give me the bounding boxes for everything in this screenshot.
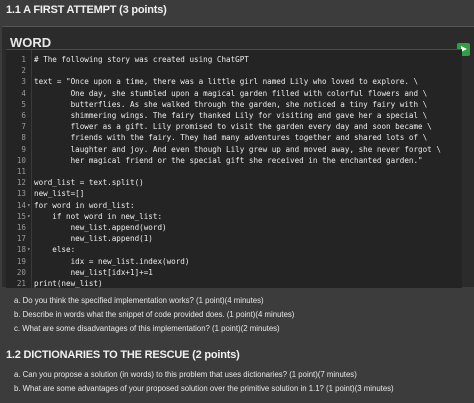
code-panel: WORD 1 # The following story was created … <box>2 26 474 288</box>
code-text: text = "Once upon a time, there was a li… <box>34 77 419 87</box>
panel-title: WORD <box>10 35 52 50</box>
code-text: her magical friend or the special gift s… <box>34 155 423 165</box>
question-item: b. What are some advantages of your prop… <box>14 384 394 393</box>
code-line[interactable]: 8 friends with the fairy. They had many … <box>6 132 462 144</box>
code-line[interactable]: 14 ▾ for word in word_list: <box>6 200 462 212</box>
line-number: 3 <box>21 77 26 87</box>
code-line[interactable]: 9 laughter and joy. And even though Lily… <box>6 144 462 156</box>
code-line[interactable]: 21 print(new_list) <box>6 278 462 290</box>
code-text: friends with the fairy. They had many ad… <box>34 133 428 143</box>
line-number: 13 <box>16 189 26 199</box>
code-text: idx = new_list.index(word) <box>34 256 190 266</box>
line-number: 16 <box>16 223 26 232</box>
code-text: new_list.append(1) <box>34 234 153 244</box>
line-number: 12 <box>16 178 26 188</box>
code-line[interactable]: 15 ▾ if not word in new_list: <box>6 211 462 223</box>
line-number: 15 <box>16 211 26 221</box>
code-line[interactable]: 1 # The following story was created using… <box>6 54 462 66</box>
code-text: else: <box>34 245 76 255</box>
code-text: if not word in new_list: <box>34 211 163 221</box>
fold-arrow-icon[interactable]: ▾ <box>27 200 31 212</box>
code-line[interactable]: 20 new_list[idx+1]+=1 <box>6 267 462 279</box>
code-line[interactable]: 5 butterflies. As she walked through the… <box>6 99 462 111</box>
code-line[interactable]: 13 new_list=[] <box>6 188 462 200</box>
code-text: new_list[idx+1]+=1 <box>34 267 153 277</box>
code-text: shimmering wings. The fairy thanked Lily… <box>34 111 428 120</box>
code-line[interactable]: 16 new_list.append(word) <box>6 222 462 234</box>
line-number: 9 <box>21 144 26 154</box>
code-line[interactable]: 19 idx = new_list.index(word) <box>6 256 462 268</box>
line-number: 10 <box>16 155 26 165</box>
code-line[interactable]: 6 shimmering wings. The fairy thanked Li… <box>6 110 462 122</box>
code-text: new_list=[] <box>34 189 85 199</box>
fold-arrow-icon[interactable]: ▾ <box>27 244 31 256</box>
code-line[interactable]: 3 text = "Once upon a time, there was a l… <box>6 76 462 88</box>
fold-arrow-icon[interactable]: ▾ <box>27 211 31 223</box>
line-number: 6 <box>21 111 26 120</box>
line-number: 18 <box>16 245 26 255</box>
code-line[interactable]: 17 new_list.append(1) <box>6 233 462 245</box>
line-number: 20 <box>16 267 26 277</box>
code-line[interactable]: 2 <box>6 65 462 77</box>
line-number: 17 <box>16 234 26 244</box>
line-number: 21 <box>16 279 26 288</box>
code-text: One day, she stumbled upon a magical gar… <box>34 88 428 98</box>
line-number: 1 <box>21 55 26 64</box>
code-text: new_list.append(word) <box>34 223 167 232</box>
question-item: c. What are some disadvantages of this i… <box>14 324 280 333</box>
code-text: laughter and joy. And even though Lily g… <box>34 144 441 154</box>
code-line[interactable]: 11 <box>6 166 462 178</box>
question-item: a. Do you think the specified implementa… <box>14 296 264 305</box>
code-text: print(new_list) <box>34 279 103 288</box>
code-text: flower as a gift. Lily promised to visit… <box>34 122 432 132</box>
line-number: 19 <box>16 256 26 266</box>
code-line[interactable]: 12 word_list = text.split() <box>6 177 462 189</box>
question-item: a. Can you propose a solution (in words)… <box>14 370 357 379</box>
line-number: 8 <box>21 133 26 143</box>
code-line[interactable]: 10 her magical friend or the special gif… <box>6 155 462 167</box>
line-number: 7 <box>21 122 26 132</box>
code-line[interactable]: 7 flower as a gift. Lily promised to vis… <box>6 121 462 133</box>
code-text: for word in word_list: <box>34 200 135 210</box>
line-number: 11 <box>16 167 26 176</box>
line-number: 5 <box>21 99 26 109</box>
code-line[interactable]: 4 One day, she stumbled upon a magical g… <box>6 88 462 100</box>
code-line[interactable]: 18 ▾ else: <box>6 244 462 256</box>
code-text: # The following story was created using … <box>34 55 249 64</box>
line-number: 2 <box>21 66 26 76</box>
line-number: 4 <box>21 88 26 98</box>
section-heading-1: 1.1 A FIRST ATTEMPT (3 points) <box>6 4 167 16</box>
code-text: word_list = text.split() <box>34 178 144 188</box>
line-number: 14 <box>16 200 26 210</box>
section-heading-2: 1.2 DICTIONARIES TO THE RESCUE (2 points… <box>6 349 240 361</box>
question-item: b. Describe in words what the snippet of… <box>14 310 295 319</box>
code-text: butterflies. As she walked through the g… <box>34 99 428 109</box>
code-editor[interactable]: 1 # The following story was created using… <box>6 49 462 288</box>
